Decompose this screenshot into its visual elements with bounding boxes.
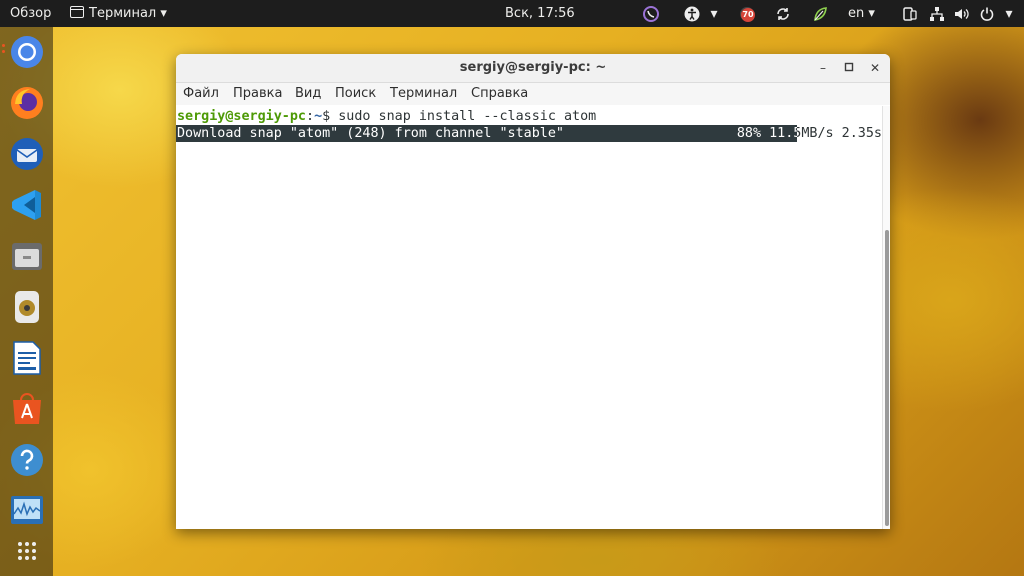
menu-search[interactable]: Поиск xyxy=(335,83,376,105)
maximize-button[interactable] xyxy=(839,58,859,78)
terminal-window: sergiy@sergiy-pc: ~ – ✕ Файл Правка Вид … xyxy=(176,54,890,529)
prompt-path: ~ xyxy=(314,109,323,124)
maximize-icon xyxy=(844,62,854,72)
window-titlebar[interactable]: sergiy@sergiy-pc: ~ – ✕ xyxy=(176,54,890,83)
terminal-output[interactable]: sergiy@sergiy-pc:~$ sudo snap install --… xyxy=(176,106,882,529)
running-indicator xyxy=(2,50,5,53)
prompt-user-host: sergiy@sergiy-pc xyxy=(177,109,306,124)
prompt-symbol: $ xyxy=(322,109,339,124)
download-progress-line: Download snap "atom" (248) from channel … xyxy=(176,125,882,142)
network-icon[interactable] xyxy=(928,5,946,23)
prompt-separator: : xyxy=(306,109,315,124)
command-text: sudo snap install --classic atom xyxy=(338,109,597,124)
app-menu-button[interactable]: Терминал ▾ xyxy=(70,0,167,27)
volume-icon[interactable] xyxy=(952,5,970,23)
vscode-icon[interactable] xyxy=(8,186,46,224)
menu-terminal[interactable]: Терминал xyxy=(390,83,457,105)
menu-file[interactable]: Файл xyxy=(183,83,219,105)
viber-icon[interactable] xyxy=(642,5,660,23)
leaf-app-icon[interactable] xyxy=(811,5,829,23)
dock xyxy=(0,27,53,576)
terminal-app-icon xyxy=(70,6,84,18)
rhythmbox-icon[interactable] xyxy=(8,288,46,326)
minimize-button[interactable]: – xyxy=(813,58,833,78)
system-monitor-icon[interactable] xyxy=(8,492,46,530)
menu-edit[interactable]: Правка xyxy=(233,83,282,105)
scrollbar[interactable] xyxy=(882,106,890,529)
menu-view[interactable]: Вид xyxy=(295,83,321,105)
progress-stats-inverted: 88% 11.5MB/s 2.35s xyxy=(736,126,797,141)
sync-icon[interactable] xyxy=(774,5,792,23)
top-bar: Обзор Терминал ▾ Вск, 17:56 ▾ 70 en ▾ ▾ xyxy=(0,0,1024,27)
running-indicator xyxy=(2,44,5,47)
activities-button[interactable]: Обзор xyxy=(10,0,51,27)
firefox-icon[interactable] xyxy=(8,84,46,122)
libreoffice-writer-icon[interactable] xyxy=(8,339,46,377)
show-applications-button[interactable] xyxy=(8,532,46,570)
app-menu-label: Терминал ▾ xyxy=(89,6,167,21)
progress-stats-clip: 88% 11.5MB/s 2.35s xyxy=(176,125,797,142)
thunderbird-icon[interactable] xyxy=(8,135,46,173)
language-selector[interactable]: en ▾ xyxy=(848,0,875,27)
phone-connect-icon[interactable] xyxy=(901,5,919,23)
chevron-down-icon[interactable]: ▾ xyxy=(705,5,723,23)
command-line: sergiy@sergiy-pc:~$ sudo snap install --… xyxy=(177,108,596,125)
menu-bar: Файл Правка Вид Поиск Терминал Справка xyxy=(176,83,890,105)
close-button[interactable]: ✕ xyxy=(865,58,885,78)
accessibility-icon[interactable] xyxy=(683,5,701,23)
chevron-down-icon[interactable]: ▾ xyxy=(1000,5,1018,23)
help-icon[interactable] xyxy=(8,441,46,479)
notification-badge: 70 xyxy=(741,8,755,22)
scrollbar-thumb[interactable] xyxy=(885,230,889,526)
files-icon[interactable] xyxy=(8,237,46,275)
software-center-icon[interactable] xyxy=(8,390,46,428)
chromium-icon[interactable] xyxy=(8,33,46,71)
window-title: sergiy@sergiy-pc: ~ xyxy=(459,60,607,75)
clock[interactable]: Вск, 17:56 xyxy=(505,0,575,27)
menu-help[interactable]: Справка xyxy=(471,83,528,105)
power-icon[interactable] xyxy=(978,5,996,23)
